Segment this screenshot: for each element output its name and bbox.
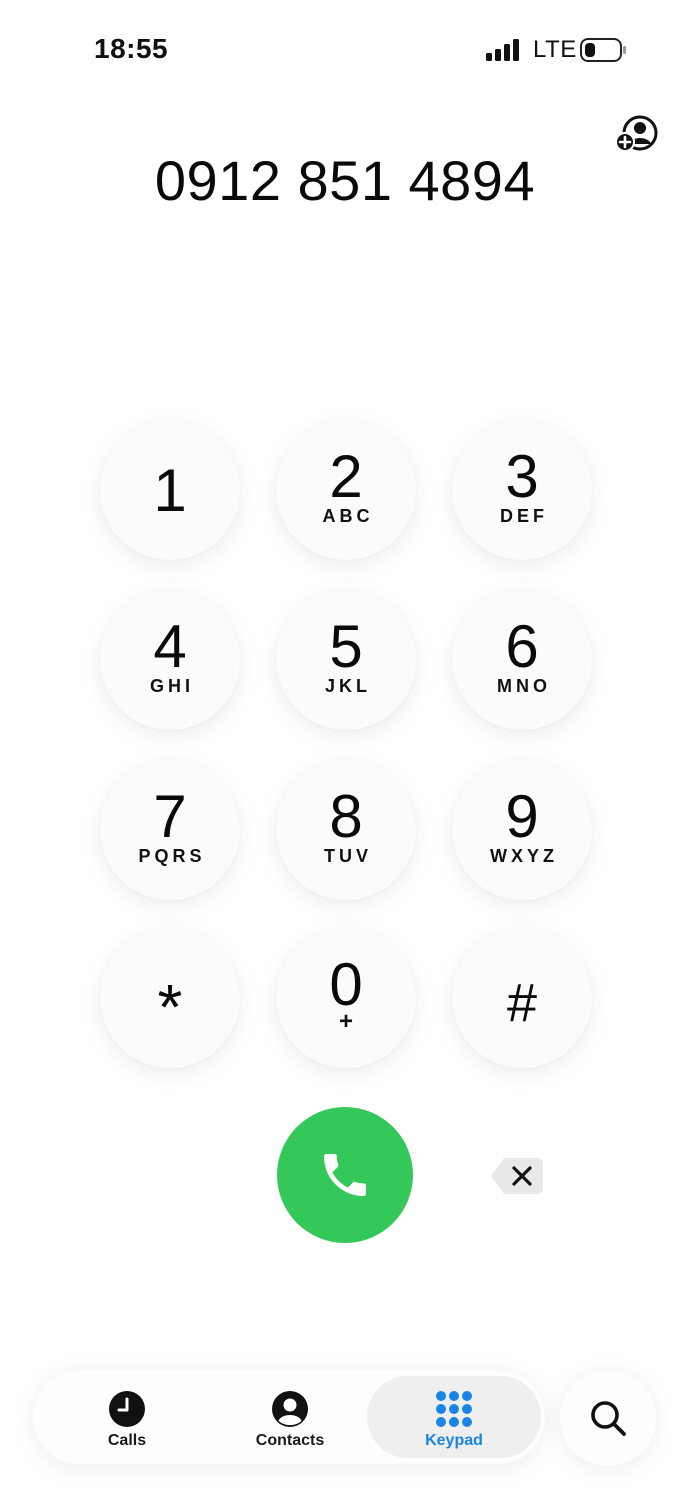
key-letters: TUV (324, 846, 372, 866)
status-time: 18:55 (94, 33, 169, 64)
key-hash[interactable]: # (452, 928, 592, 1068)
key-6[interactable]: 6 MNO (452, 590, 592, 730)
delete-button[interactable] (490, 1157, 544, 1195)
signal-strength-icon (486, 39, 522, 61)
battery-icon (580, 38, 626, 62)
person-icon (271, 1390, 309, 1428)
key-letters: DEF (500, 506, 548, 526)
key-digit: # (506, 973, 538, 1033)
tab-label: Contacts (255, 1432, 325, 1449)
key-letters: WXYZ (490, 846, 558, 866)
search-icon (591, 1401, 626, 1436)
key-digit: 6 (505, 613, 539, 680)
key-letters: + (338, 1008, 353, 1035)
tab-label: Keypad (425, 1432, 483, 1449)
search-button[interactable] (560, 1370, 656, 1466)
key-8[interactable]: 8 TUV (276, 760, 416, 900)
network-type: LTE (533, 36, 577, 63)
key-digit: 9 (505, 783, 539, 850)
key-1[interactable]: 1 (100, 420, 240, 560)
key-letters: MNO (497, 676, 551, 696)
keypad-icon (435, 1390, 473, 1428)
key-7[interactable]: 7 PQRS (100, 760, 240, 900)
key-2[interactable]: 2 ABC (276, 420, 416, 560)
key-digit: 1 (153, 457, 187, 524)
key-4[interactable]: 4 GHI (100, 590, 240, 730)
clock-icon (108, 1390, 146, 1428)
key-9[interactable]: 9 WXYZ (452, 760, 592, 900)
tab-keypad[interactable]: Keypad (367, 1376, 541, 1458)
tab-label: Calls (107, 1432, 147, 1449)
key-0[interactable]: 0 + (276, 928, 416, 1068)
tab-contacts[interactable]: Contacts (215, 1376, 365, 1458)
backspace-icon (491, 1158, 543, 1194)
key-letters: GHI (149, 676, 194, 696)
key-digit: 4 (153, 613, 187, 680)
key-3[interactable]: 3 DEF (452, 420, 592, 560)
key-letters: ABC (322, 506, 374, 526)
phone-icon (324, 1154, 366, 1196)
key-digit: 8 (329, 783, 363, 850)
key-5[interactable]: 5 JKL (276, 590, 416, 730)
key-digit: 7 (153, 783, 187, 850)
key-digit: * (157, 971, 183, 1043)
status-bar: 18:55 LTE (0, 0, 690, 100)
key-letters: JKL (324, 676, 371, 696)
key-digit: 2 (329, 443, 363, 510)
key-digit: 5 (329, 613, 363, 680)
dialed-number: 0912 851 4894 (154, 149, 536, 212)
tab-calls[interactable]: Calls (51, 1376, 203, 1458)
key-digit: 3 (505, 443, 539, 510)
key-star[interactable]: * (100, 928, 240, 1068)
tab-bar: Calls Contacts Keypad (33, 1370, 545, 1464)
call-button[interactable] (277, 1107, 413, 1243)
key-letters: PQRS (138, 846, 206, 866)
